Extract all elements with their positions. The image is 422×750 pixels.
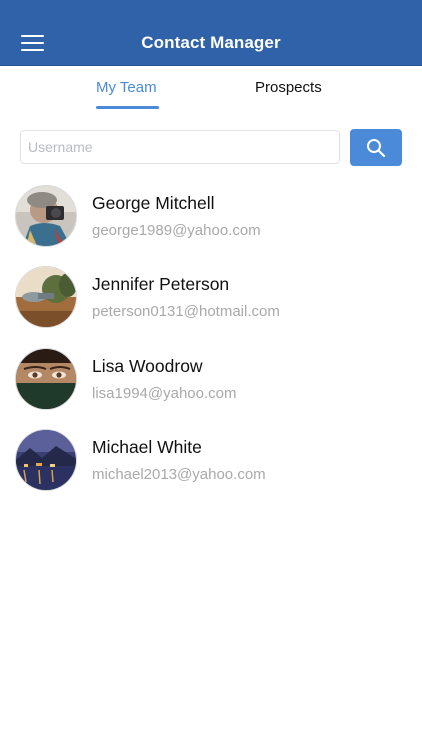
avatar xyxy=(15,348,77,410)
avatar xyxy=(15,185,77,247)
contact-name: George Mitchell xyxy=(92,193,215,213)
contact-email: george1989@yahoo.com xyxy=(92,222,261,239)
search-icon xyxy=(367,139,386,158)
tab-bar: My Team Prospects xyxy=(0,65,422,115)
contact-email: michael2013@yahoo.com xyxy=(92,466,266,483)
contact-row[interactable]: Michael White michael2013@yahoo.com xyxy=(0,426,422,496)
contact-row[interactable]: George Mitchell george1989@yahoo.com xyxy=(0,182,422,252)
contact-name: Michael White xyxy=(92,437,202,457)
page-title: Contact Manager xyxy=(141,33,281,52)
contact-row[interactable]: Jennifer Peterson peterson0131@hotmail.c… xyxy=(0,263,422,333)
contact-email: lisa1994@yahoo.com xyxy=(92,385,237,402)
avatar xyxy=(15,266,77,328)
app-header: Contact Manager xyxy=(0,0,422,66)
avatar xyxy=(15,429,77,491)
tab-prospects[interactable]: Prospects xyxy=(255,79,322,96)
tab-my-team[interactable]: My Team xyxy=(96,79,157,96)
contact-name: Lisa Woodrow xyxy=(92,356,203,376)
search-button[interactable] xyxy=(350,129,402,166)
contact-row[interactable]: Lisa Woodrow lisa1994@yahoo.com xyxy=(0,345,422,415)
contact-email: peterson0131@hotmail.com xyxy=(92,303,280,320)
contact-name: Jennifer Peterson xyxy=(92,274,230,294)
username-search-input[interactable] xyxy=(20,130,340,164)
active-tab-indicator xyxy=(96,106,159,109)
